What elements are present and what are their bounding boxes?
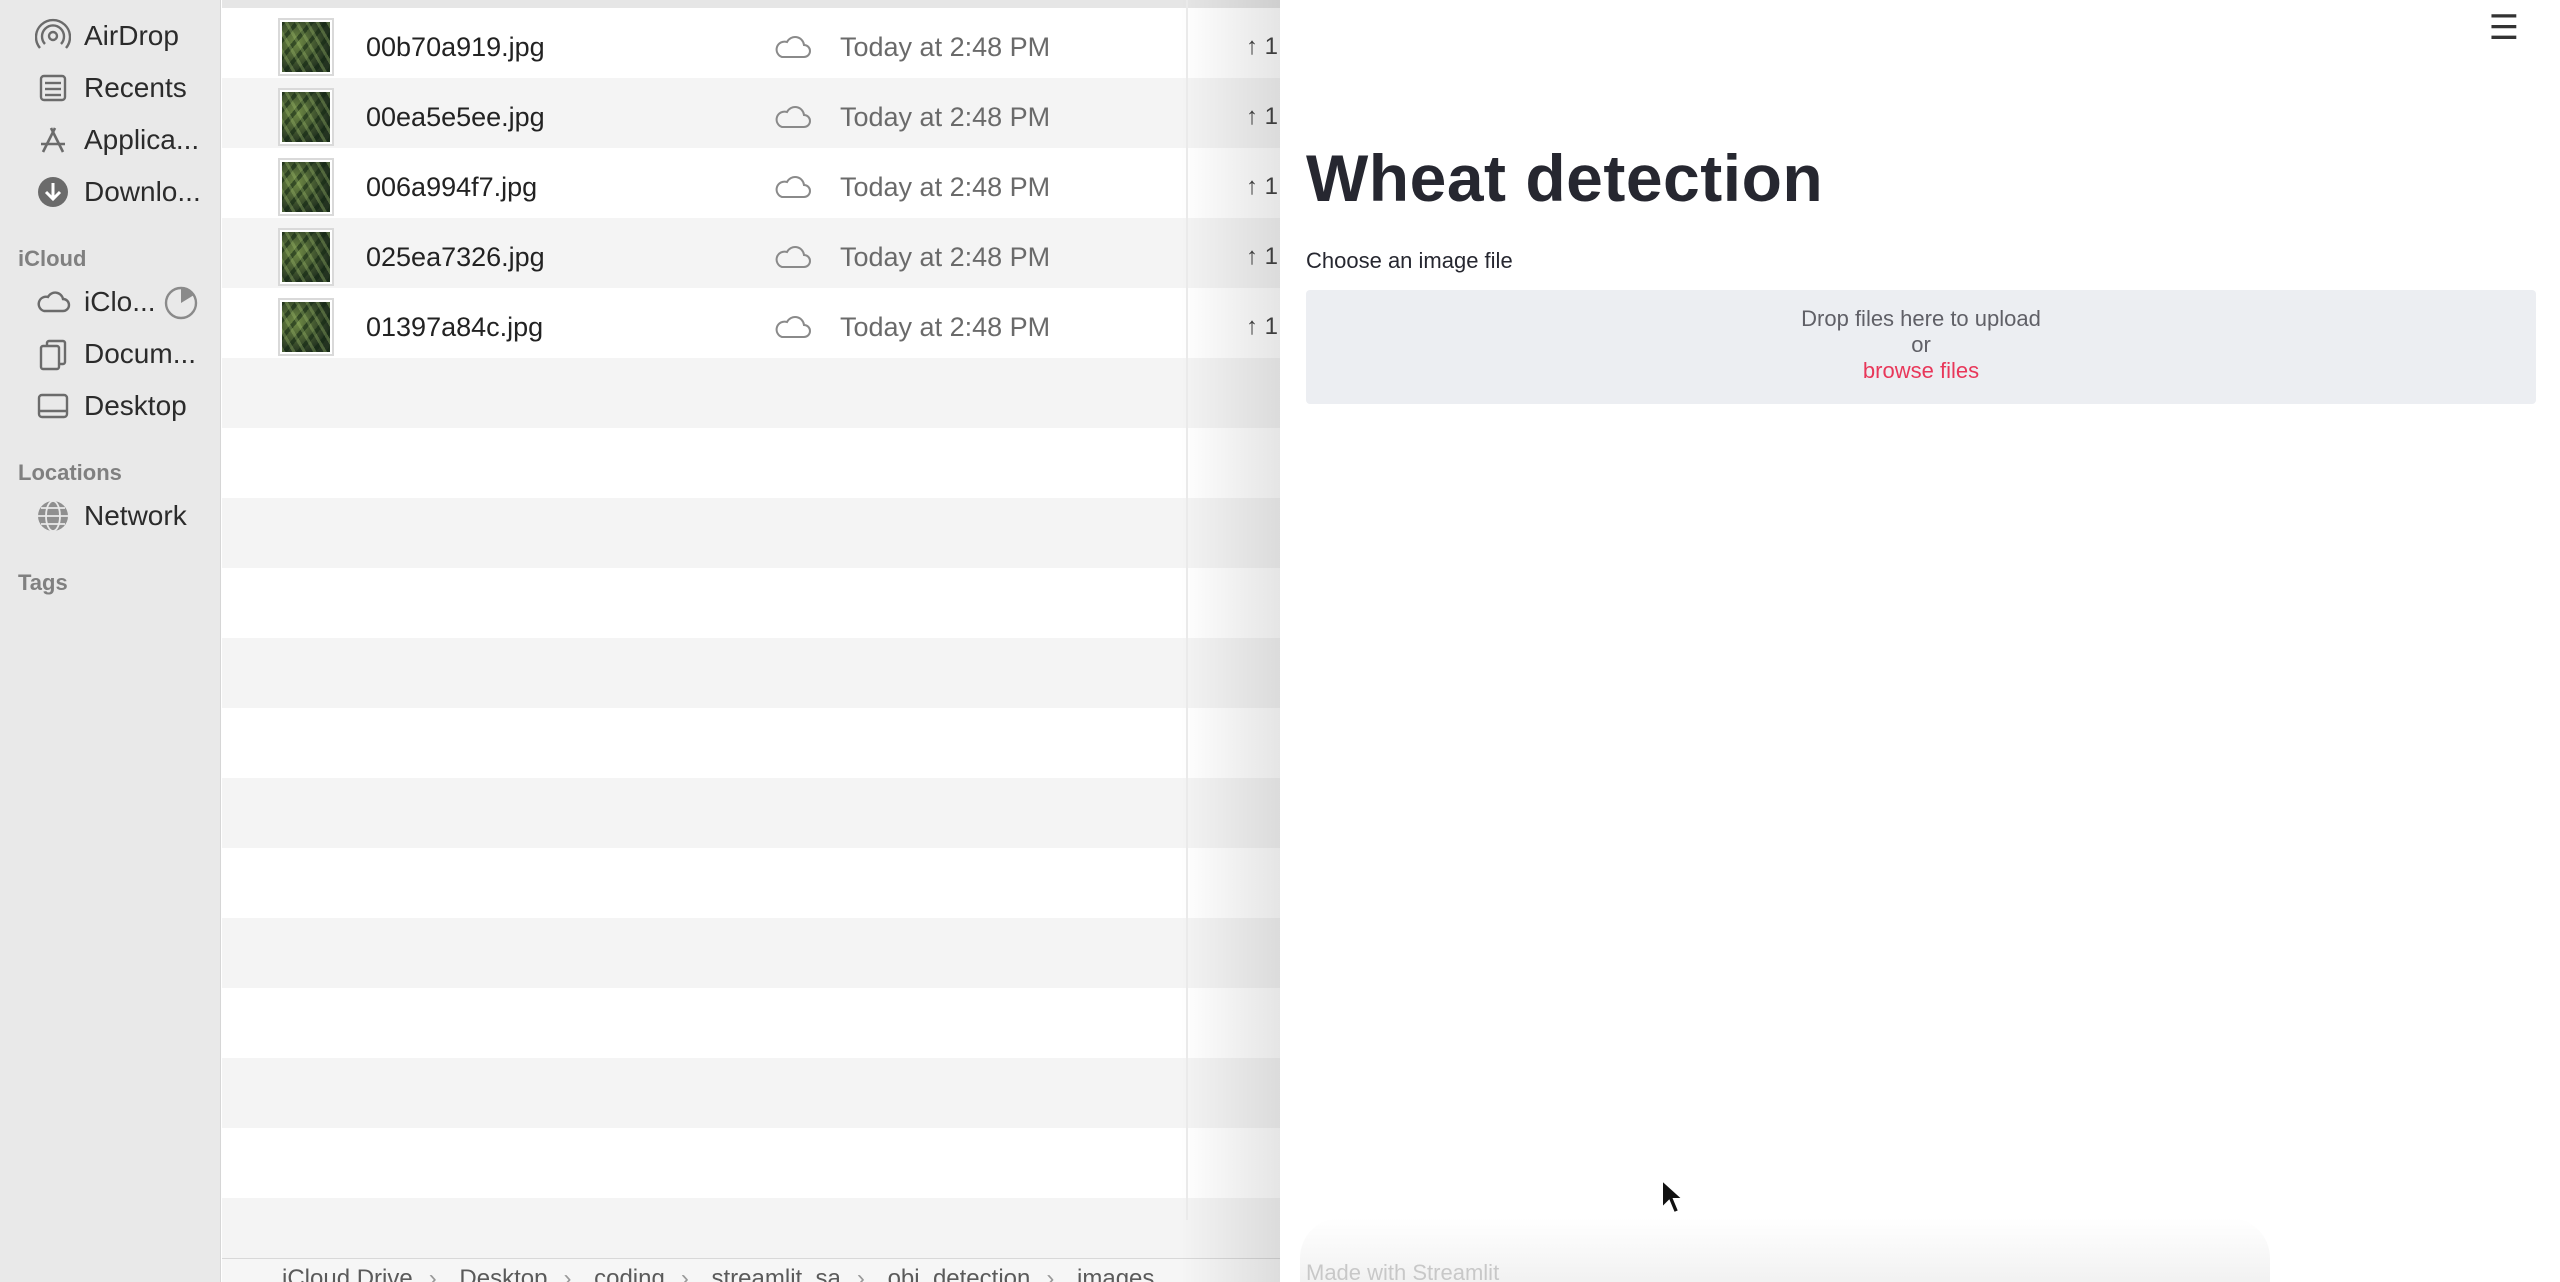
cloud-icon (775, 106, 811, 128)
file-date: Today at 2:48 PM (840, 31, 1051, 62)
sidebar-item-applications[interactable]: Applica... (34, 118, 199, 162)
drop-instructions: Drop files here to upload (1801, 306, 2041, 331)
sidebar-item-label: Desktop (84, 390, 187, 421)
image-thumbnail (278, 18, 334, 76)
file-name: 01397a84c.jpg (366, 311, 544, 342)
sidebar-item-desktop[interactable]: Desktop (34, 384, 187, 428)
or-text: or (1911, 332, 1931, 357)
sidebar-item-downloads[interactable]: Downlo... (34, 170, 201, 214)
documents-icon (34, 335, 72, 373)
path-crumb[interactable]: streamlit_sa (712, 1265, 841, 1282)
download-icon (34, 173, 72, 211)
image-thumbnail (278, 298, 334, 356)
file-name: 00b70a919.jpg (366, 31, 545, 62)
screen: AirDrop Recents Applica... Downlo... iCl… (0, 0, 2560, 1282)
file-name: 006a994f7.jpg (366, 171, 538, 202)
file-date: Today at 2:48 PM (840, 171, 1051, 202)
file-name: 025ea7326.jpg (366, 241, 545, 272)
finder-file-list: 00b70a919.jpg Today at 2:48 PM ↑ 1 00ea5… (222, 0, 1280, 1282)
sidebar-item-label: AirDrop (84, 20, 179, 51)
path-crumb[interactable]: images (1077, 1265, 1154, 1282)
mouse-cursor-icon (1661, 1178, 1686, 1215)
hamburger-menu-icon[interactable]: ☰ (2484, 8, 2524, 48)
clock-icon (34, 69, 72, 107)
streamlit-footer[interactable]: Made with Streamlit (1306, 1260, 1499, 1282)
page-title: Wheat detection (1306, 141, 1824, 215)
sidebar-item-label: Docum... (84, 338, 197, 369)
sidebar-item-network[interactable]: Network (34, 494, 187, 538)
file-row[interactable]: 025ea7326.jpg Today at 2:48 PM ↑ 1 (222, 222, 1280, 292)
sidebar-item-label: Downlo... (84, 176, 201, 207)
file-row[interactable]: 01397a84c.jpg Today at 2:48 PM ↑ 1 (222, 292, 1280, 362)
sidebar-item-label: Network (84, 500, 187, 531)
file-dropzone[interactable]: Drop files here to upload or browse file… (1306, 290, 2536, 404)
cloud-icon (34, 283, 72, 321)
file-name: 00ea5e5ee.jpg (366, 101, 545, 132)
path-crumb[interactable]: iCloud Drive (282, 1265, 413, 1282)
sidebar-item-airdrop[interactable]: AirDrop (34, 14, 179, 58)
finder-sidebar: AirDrop Recents Applica... Downlo... iCl… (0, 0, 221, 1282)
file-date: Today at 2:48 PM (840, 101, 1051, 132)
icloud-heading: iCloud (18, 246, 87, 271)
applications-icon (34, 121, 72, 159)
list-header-edge (222, 0, 1280, 8)
sidebar-item-label: Recents (84, 72, 187, 103)
cloud-icon (775, 176, 811, 198)
path-bar: iCloud Drive › Desktop › coding › streamlit… (222, 1258, 1280, 1282)
path-crumb[interactable]: obj_detection (888, 1265, 1031, 1282)
sidebar-item-label: Applica... (84, 124, 200, 155)
sidebar-item-label: iClo... (84, 286, 156, 317)
file-date: Today at 2:48 PM (840, 311, 1051, 342)
desktop-icon (34, 387, 72, 425)
image-thumbnail (278, 228, 334, 286)
airdrop-icon (34, 17, 72, 55)
file-date: Today at 2:48 PM (840, 241, 1051, 272)
locations-heading: Locations (18, 460, 122, 485)
network-icon (34, 497, 72, 535)
sidebar-item-documents[interactable]: Docum... (34, 332, 196, 376)
sidebar-item-recents[interactable]: Recents (34, 66, 187, 110)
sidebar-item-icloud-drive[interactable]: iClo... (34, 280, 156, 324)
file-row[interactable]: 00ea5e5ee.jpg Today at 2:48 PM ↑ 1 (222, 82, 1280, 152)
tags-heading: Tags (18, 570, 68, 595)
image-thumbnail (278, 158, 334, 216)
icloud-storage-icon[interactable] (162, 284, 200, 322)
file-row[interactable]: 00b70a919.jpg Today at 2:48 PM ↑ 1 (222, 12, 1280, 82)
cloud-icon (775, 246, 811, 268)
file-uploader-label: Choose an image file (1306, 248, 1513, 273)
cloud-icon (775, 316, 811, 338)
cloud-icon (775, 36, 811, 58)
file-row[interactable]: 006a994f7.jpg Today at 2:48 PM ↑ 1 (222, 152, 1280, 222)
image-thumbnail (278, 88, 334, 146)
path-crumb[interactable]: coding (594, 1265, 665, 1282)
browse-files-link[interactable]: browse files (1306, 358, 2536, 384)
path-crumb[interactable]: Desktop (459, 1265, 547, 1282)
